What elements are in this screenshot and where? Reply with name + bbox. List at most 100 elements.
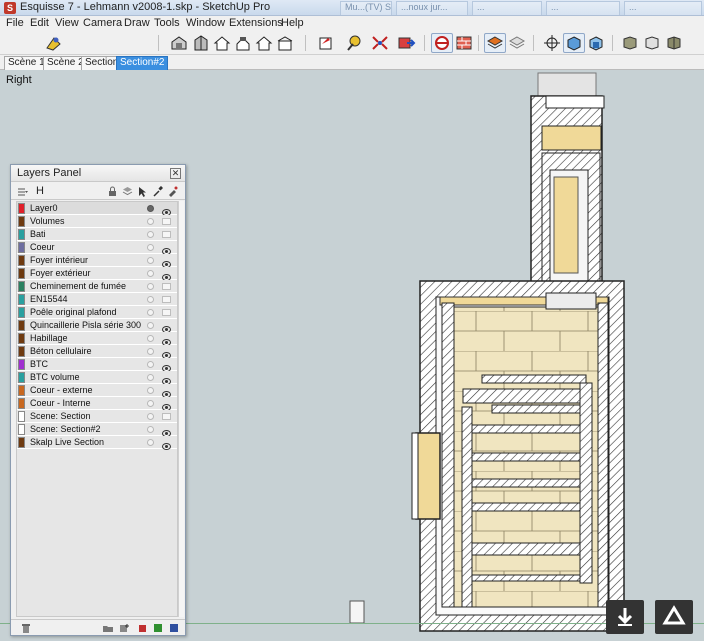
layer-row[interactable]: Poêle original plafond — [17, 306, 177, 319]
current-layer-radio[interactable] — [147, 257, 154, 264]
layer-color-swatch[interactable] — [18, 229, 25, 240]
menu-tools[interactable]: Tools — [154, 17, 180, 29]
layer-row[interactable]: Quincaillerie Pisla série 300 — [17, 319, 177, 333]
layer-color-swatch[interactable] — [18, 333, 25, 344]
hidden-checkbox[interactable] — [162, 296, 171, 303]
layer-name[interactable]: Habillage — [30, 332, 68, 345]
xray-icon[interactable] — [619, 33, 641, 53]
layer-name[interactable]: Foyer extérieur — [30, 267, 91, 280]
current-layer-radio[interactable] — [147, 322, 154, 329]
current-layer-radio[interactable] — [147, 387, 154, 394]
layer-name[interactable]: Skalp Live Section — [30, 436, 104, 449]
layer-name[interactable]: Scene: Section#2 — [30, 423, 101, 436]
layer-color-swatch[interactable] — [18, 216, 25, 227]
layer-row[interactable]: Skalp Live Section — [17, 436, 177, 450]
layer-row[interactable]: EN15544 — [17, 293, 177, 306]
eye-icon[interactable] — [162, 439, 171, 450]
iso-view-icon[interactable] — [563, 33, 585, 53]
component-icon[interactable] — [168, 33, 190, 53]
current-layer-radio[interactable] — [147, 205, 154, 212]
layer-color-swatch[interactable] — [18, 281, 25, 292]
export-icon[interactable] — [395, 33, 417, 53]
purge-icon[interactable] — [21, 623, 31, 633]
current-layer-radio[interactable] — [147, 270, 154, 277]
menu-help[interactable]: Help — [281, 17, 304, 29]
styles-icon[interactable] — [506, 33, 528, 53]
layer-row[interactable]: BTC — [17, 358, 177, 372]
layer-color-swatch[interactable] — [18, 320, 25, 331]
current-layer-radio[interactable] — [147, 244, 154, 251]
layer-name[interactable]: BTC — [30, 358, 48, 371]
layer-color-swatch[interactable] — [18, 268, 25, 279]
eye-icon[interactable] — [162, 270, 171, 281]
layer-row[interactable]: Béton cellulaire — [17, 345, 177, 359]
layer-settings-icon[interactable] — [169, 623, 179, 633]
eye-icon[interactable] — [162, 257, 171, 268]
menu-draw[interactable]: Draw — [124, 17, 150, 29]
eye-icon[interactable] — [162, 244, 171, 255]
current-layer-radio[interactable] — [147, 283, 154, 290]
layer-color-swatch[interactable] — [18, 294, 25, 305]
hidden-line-icon[interactable] — [641, 33, 663, 53]
current-layer-radio[interactable] — [147, 348, 154, 355]
section-plane-icon[interactable] — [315, 33, 337, 53]
layers-icon[interactable] — [484, 33, 506, 53]
layer-row[interactable]: Volumes — [17, 215, 177, 228]
paint-icon[interactable] — [167, 186, 178, 197]
current-layer-radio[interactable] — [147, 296, 154, 303]
layer-name[interactable]: EN15544 — [30, 293, 68, 306]
drive-button[interactable] — [655, 600, 693, 634]
eye-icon[interactable] — [162, 387, 171, 398]
eye-icon[interactable] — [162, 322, 171, 333]
front-view-icon[interactable] — [585, 33, 607, 53]
layer-name[interactable]: Coeur — [30, 241, 55, 254]
layer-row[interactable]: Coeur - externe — [17, 384, 177, 398]
layer-color-swatch[interactable] — [18, 385, 25, 396]
layer-row[interactable]: Bati — [17, 228, 177, 241]
hidden-checkbox[interactable] — [162, 413, 171, 420]
background-tab[interactable]: ... — [546, 1, 620, 15]
layer-name[interactable]: Coeur - Interne — [30, 397, 91, 410]
layer-name[interactable]: Bati — [30, 228, 46, 241]
current-layer-radio[interactable] — [147, 218, 154, 225]
zoom-extents-icon[interactable] — [369, 33, 391, 53]
layer-color-swatch[interactable] — [18, 398, 25, 409]
layers-panel-title-bar[interactable]: Layers Panel ✕ — [11, 165, 185, 182]
layer-row[interactable]: Foyer extérieur — [17, 267, 177, 281]
current-layer-radio[interactable] — [147, 413, 154, 420]
download-button[interactable] — [606, 600, 644, 634]
background-tab[interactable]: ... — [472, 1, 542, 15]
current-layer-radio[interactable] — [147, 231, 154, 238]
hidden-checkbox[interactable] — [162, 309, 171, 316]
add-layer-icon[interactable] — [122, 186, 133, 197]
close-icon[interactable]: ✕ — [170, 168, 181, 179]
shadows-icon[interactable] — [663, 33, 685, 53]
house-top-icon[interactable] — [232, 33, 254, 53]
eye-icon[interactable] — [162, 400, 171, 411]
layer-color-swatch[interactable] — [18, 372, 25, 383]
eye-icon[interactable] — [162, 426, 171, 437]
current-layer-radio[interactable] — [147, 309, 154, 316]
layer-row[interactable]: Foyer intérieur — [17, 254, 177, 268]
tape-measure-icon[interactable] — [343, 33, 365, 53]
menu-icon[interactable] — [17, 186, 28, 197]
delete-layer-icon[interactable] — [137, 623, 147, 633]
house-outline-icon[interactable] — [211, 33, 233, 53]
current-layer-radio[interactable] — [147, 361, 154, 368]
eye-icon[interactable] — [162, 348, 171, 359]
layer-name[interactable]: Béton cellulaire — [30, 345, 92, 358]
layer-color-swatch[interactable] — [18, 424, 25, 435]
layer-color-swatch[interactable] — [18, 203, 25, 214]
layer-color-swatch[interactable] — [18, 242, 25, 253]
menu-camera[interactable]: Camera — [83, 17, 122, 29]
house-views-icon[interactable] — [190, 33, 212, 53]
hidden-checkbox[interactable] — [162, 283, 171, 290]
background-tab[interactable]: Mu...(TV) Semain... — [340, 1, 392, 15]
house-section-icon[interactable] — [274, 33, 296, 53]
background-tab[interactable]: ...noux jur... — [396, 1, 468, 15]
tab-scene-1[interactable]: Scène 1 — [4, 56, 49, 70]
menu-view[interactable]: View — [55, 17, 79, 29]
layers-list[interactable]: Layer0 Volumes Bati Coeur Foyer intérieur Foy… — [16, 201, 178, 617]
layers-scrollbar[interactable] — [178, 201, 184, 617]
menu-file[interactable]: File — [6, 17, 24, 29]
